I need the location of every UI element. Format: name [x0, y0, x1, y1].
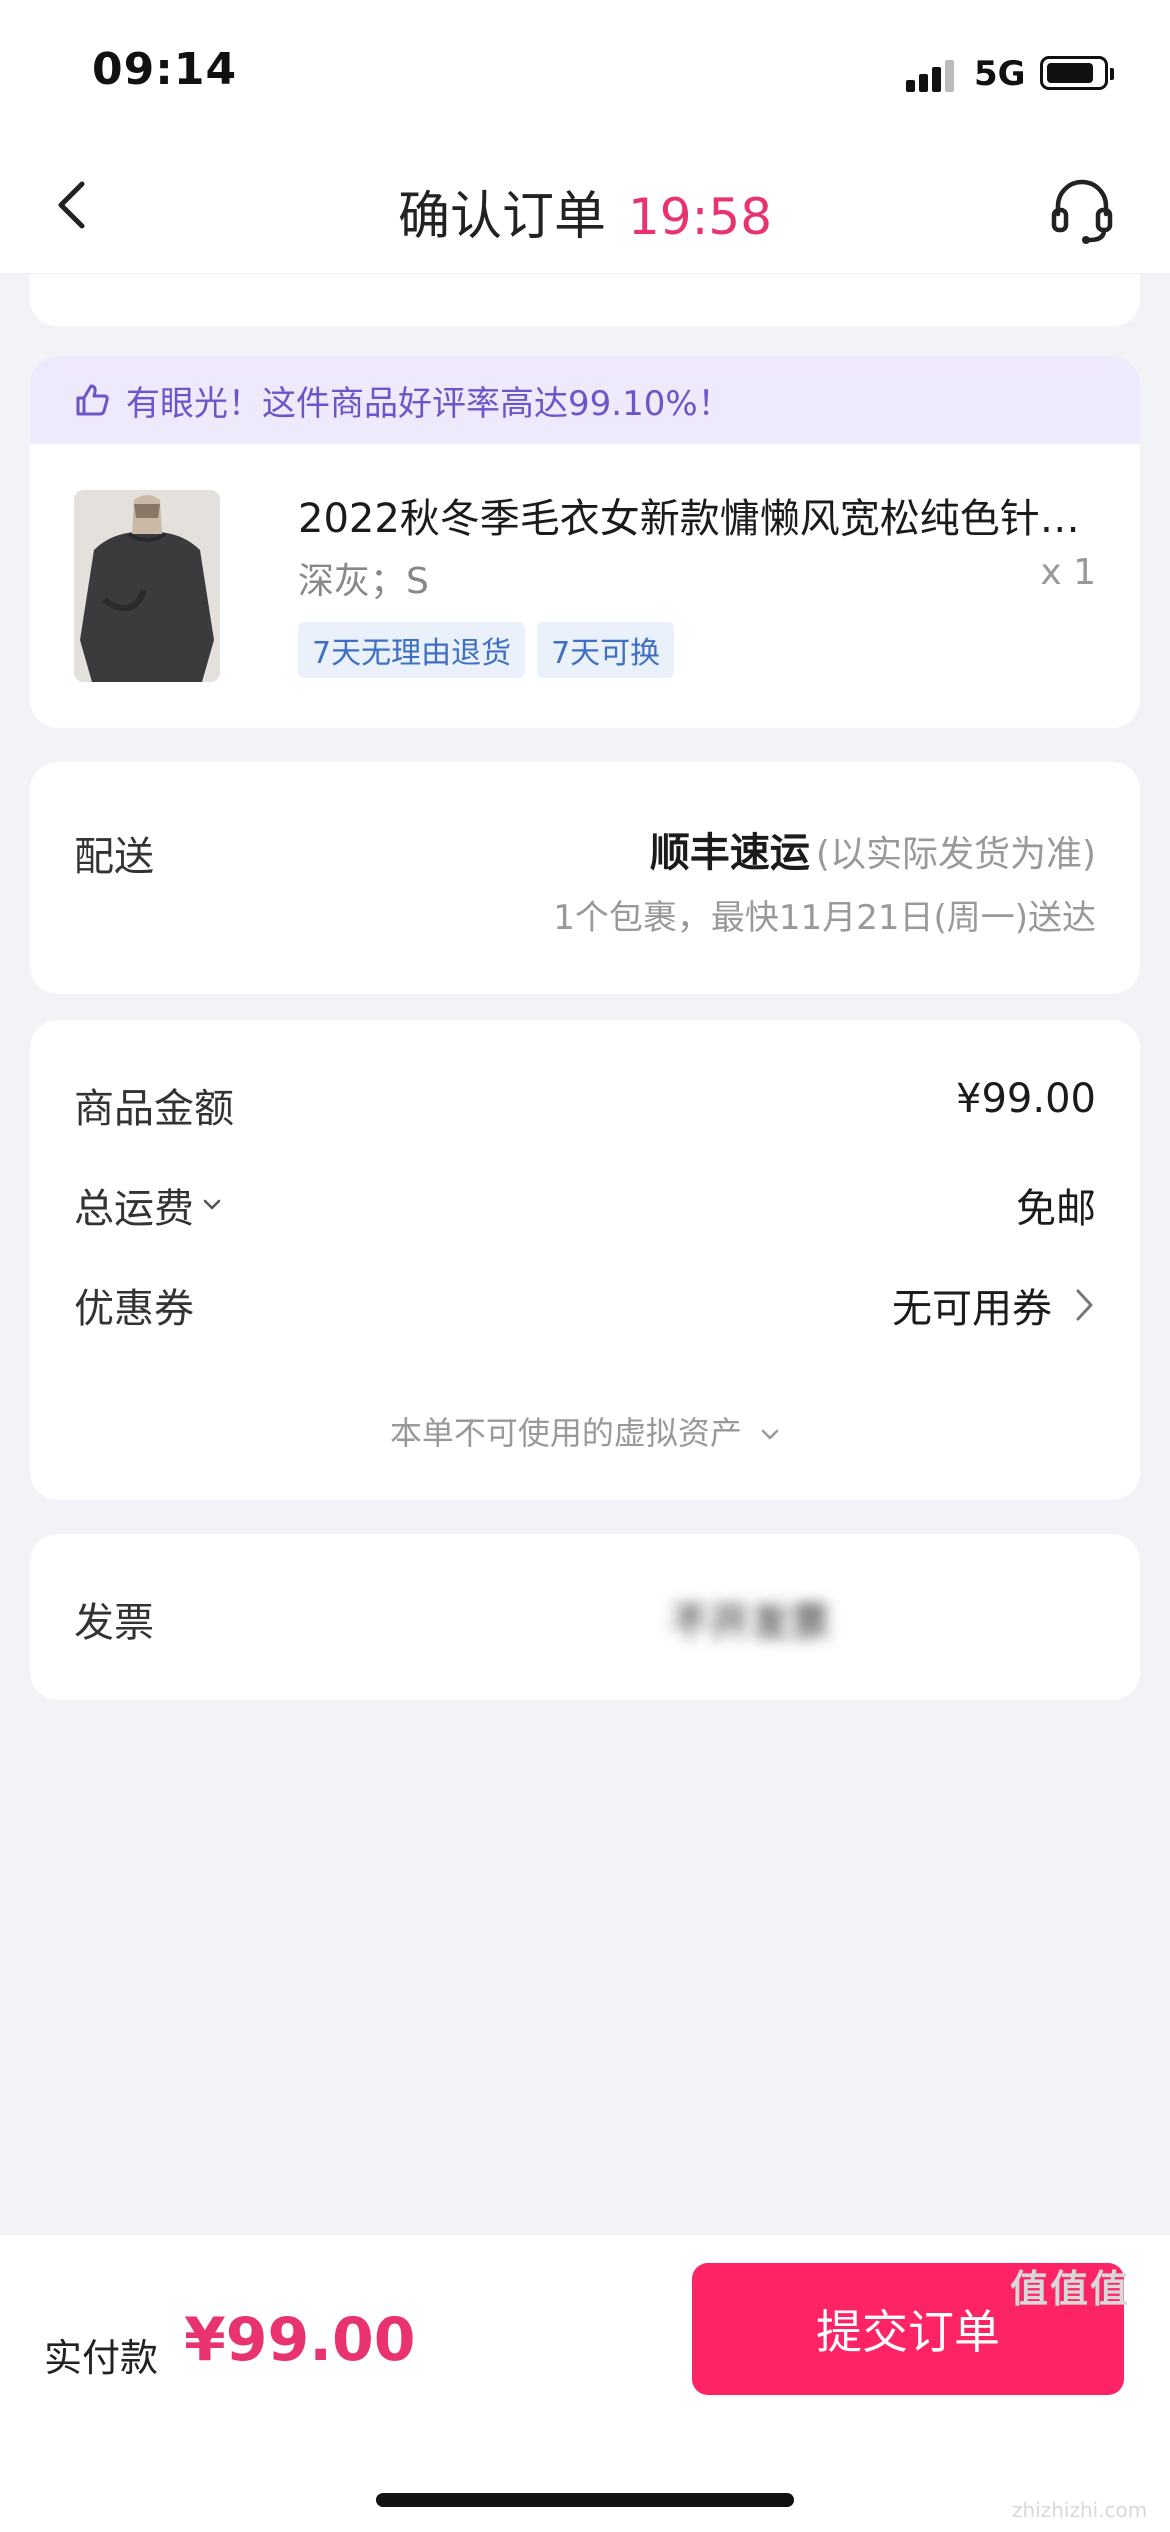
product-spec: 深灰；S: [298, 561, 429, 602]
checkout-bar: 实付款 ¥99.00 提交订单: [0, 2234, 1170, 2532]
goods-amount-value: ¥99.00: [956, 1076, 1096, 1122]
delivery-carrier: 顺丰速运: [649, 830, 810, 876]
shipping-value: 免邮: [1016, 1186, 1096, 1232]
tag-exchange: 7天可换: [537, 622, 675, 678]
shipping-label-group[interactable]: 总运费: [74, 1176, 222, 1234]
coupon-label: 优惠券: [74, 1286, 194, 1332]
virtual-assets-text: 本单不可使用的虚拟资产: [389, 1414, 742, 1452]
goods-amount-label: 商品金额: [74, 1086, 234, 1132]
chevron-down-icon: [203, 1199, 221, 1210]
page-title: 确认订单: [397, 187, 606, 247]
invoice-card[interactable]: 发票 不开发票: [30, 1534, 1140, 1700]
coupon-value: 无可用券: [892, 1286, 1052, 1332]
page-title-group: 确认订单 19:58: [0, 174, 1170, 249]
signal-icon: [906, 58, 958, 92]
virtual-assets-toggle[interactable]: 本单不可使用的虚拟资产: [30, 1408, 1140, 1454]
delivery-card[interactable]: 配送 顺丰速运 (以实际发货为准) 1个包裹，最快11月21日(周一)送达: [30, 762, 1140, 994]
coupon-value-group[interactable]: 无可用券: [892, 1276, 1096, 1334]
delivery-eta: 1个包裹，最快11月21日(周一)送达: [553, 898, 1096, 938]
home-indicator[interactable]: [376, 2493, 794, 2507]
shipping-label: 总运费: [74, 1186, 194, 1232]
praise-banner: 有眼光！这件商品好评率高达99.10%！: [30, 356, 1140, 444]
watermark-logo: 值值值: [1010, 2267, 1131, 2311]
delivery-carrier-group: 顺丰速运 (以实际发货为准): [650, 820, 1096, 878]
delivery-label: 配送: [74, 834, 154, 880]
tag-return: 7天无理由退货: [298, 622, 526, 678]
pay-amount: ¥99.00: [184, 2305, 416, 2375]
delivery-carrier-note: (以实际发货为准): [815, 834, 1096, 875]
chevron-right-icon: [1076, 1289, 1093, 1321]
product-image[interactable]: [74, 490, 220, 682]
shipping-row[interactable]: 总运费 免邮: [30, 1176, 1140, 1236]
customer-service-button[interactable]: [1046, 174, 1118, 246]
praise-text: 有眼光！这件商品好评率高达99.10%！: [126, 383, 732, 424]
price-card: 商品金额 ¥99.00 总运费 免邮 优惠券 无可用券 本单不可使用的虚拟资产: [30, 1020, 1140, 1500]
status-bar: 09:14 5G: [0, 0, 1170, 140]
goods-amount-row: 商品金额 ¥99.00: [30, 1076, 1140, 1136]
service-tags: 7天无理由退货 7天可换: [298, 622, 675, 678]
status-time: 09:14: [92, 44, 238, 95]
headset-icon: [1051, 179, 1113, 244]
invoice-value: 不开发票: [670, 1600, 830, 1646]
battery-icon: [1040, 56, 1114, 90]
network-type: 5G: [974, 54, 1026, 94]
coupon-row[interactable]: 优惠券 无可用券: [30, 1276, 1140, 1336]
order-countdown: 19:58: [627, 188, 773, 246]
thumbs-up-icon: [76, 384, 109, 416]
watermark-site: zhizhizhi.com: [1012, 2498, 1148, 2522]
product-title[interactable]: 2022秋冬季毛衣女新款慵懒风宽松纯色针织衫: [298, 486, 1108, 544]
invoice-label: 发票: [74, 1600, 154, 1646]
product-card: 有眼光！这件商品好评率高达99.10%！ 2022秋冬季毛衣女新款慵懒风宽松纯色…: [30, 356, 1140, 728]
chevron-down-icon: [761, 1429, 779, 1440]
nav-bar: 确认订单 19:58: [0, 140, 1170, 274]
address-card-bottom: [30, 274, 1140, 326]
pay-label: 实付款: [44, 2336, 159, 2380]
product-quantity: x 1: [1040, 552, 1096, 593]
